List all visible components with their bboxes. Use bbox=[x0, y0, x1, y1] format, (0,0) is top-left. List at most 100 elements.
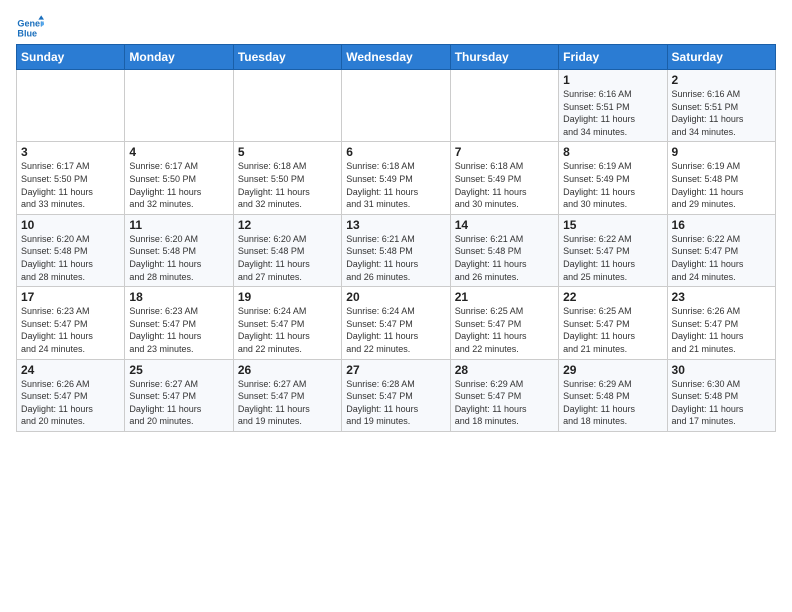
day-cell: 26Sunrise: 6:27 AM Sunset: 5:47 PM Dayli… bbox=[233, 359, 341, 431]
day-info: Sunrise: 6:21 AM Sunset: 5:48 PM Dayligh… bbox=[455, 233, 554, 283]
day-number: 4 bbox=[129, 145, 228, 159]
day-cell: 3Sunrise: 6:17 AM Sunset: 5:50 PM Daylig… bbox=[17, 142, 125, 214]
day-number: 16 bbox=[672, 218, 771, 232]
day-cell: 30Sunrise: 6:30 AM Sunset: 5:48 PM Dayli… bbox=[667, 359, 775, 431]
week-row-3: 10Sunrise: 6:20 AM Sunset: 5:48 PM Dayli… bbox=[17, 214, 776, 286]
weekday-header-sunday: Sunday bbox=[17, 45, 125, 70]
day-number: 3 bbox=[21, 145, 120, 159]
day-cell: 24Sunrise: 6:26 AM Sunset: 5:47 PM Dayli… bbox=[17, 359, 125, 431]
day-number: 20 bbox=[346, 290, 445, 304]
day-info: Sunrise: 6:24 AM Sunset: 5:47 PM Dayligh… bbox=[346, 305, 445, 355]
day-number: 10 bbox=[21, 218, 120, 232]
day-cell: 2Sunrise: 6:16 AM Sunset: 5:51 PM Daylig… bbox=[667, 70, 775, 142]
day-info: Sunrise: 6:25 AM Sunset: 5:47 PM Dayligh… bbox=[455, 305, 554, 355]
day-cell: 6Sunrise: 6:18 AM Sunset: 5:49 PM Daylig… bbox=[342, 142, 450, 214]
day-cell: 22Sunrise: 6:25 AM Sunset: 5:47 PM Dayli… bbox=[559, 287, 667, 359]
day-number: 7 bbox=[455, 145, 554, 159]
weekday-header-friday: Friday bbox=[559, 45, 667, 70]
day-cell bbox=[450, 70, 558, 142]
day-number: 19 bbox=[238, 290, 337, 304]
day-number: 27 bbox=[346, 363, 445, 377]
day-number: 24 bbox=[21, 363, 120, 377]
day-cell: 17Sunrise: 6:23 AM Sunset: 5:47 PM Dayli… bbox=[17, 287, 125, 359]
day-cell bbox=[342, 70, 450, 142]
day-cell: 15Sunrise: 6:22 AM Sunset: 5:47 PM Dayli… bbox=[559, 214, 667, 286]
day-number: 18 bbox=[129, 290, 228, 304]
svg-text:Blue: Blue bbox=[17, 28, 37, 38]
day-number: 6 bbox=[346, 145, 445, 159]
day-info: Sunrise: 6:27 AM Sunset: 5:47 PM Dayligh… bbox=[129, 378, 228, 428]
day-info: Sunrise: 6:19 AM Sunset: 5:49 PM Dayligh… bbox=[563, 160, 662, 210]
day-number: 1 bbox=[563, 73, 662, 87]
day-cell: 18Sunrise: 6:23 AM Sunset: 5:47 PM Dayli… bbox=[125, 287, 233, 359]
header: General Blue bbox=[16, 10, 776, 42]
logo: General Blue bbox=[16, 14, 48, 42]
day-info: Sunrise: 6:24 AM Sunset: 5:47 PM Dayligh… bbox=[238, 305, 337, 355]
day-number: 9 bbox=[672, 145, 771, 159]
day-cell: 28Sunrise: 6:29 AM Sunset: 5:47 PM Dayli… bbox=[450, 359, 558, 431]
day-number: 11 bbox=[129, 218, 228, 232]
weekday-header-saturday: Saturday bbox=[667, 45, 775, 70]
day-number: 23 bbox=[672, 290, 771, 304]
week-row-4: 17Sunrise: 6:23 AM Sunset: 5:47 PM Dayli… bbox=[17, 287, 776, 359]
day-info: Sunrise: 6:20 AM Sunset: 5:48 PM Dayligh… bbox=[21, 233, 120, 283]
day-info: Sunrise: 6:26 AM Sunset: 5:47 PM Dayligh… bbox=[672, 305, 771, 355]
day-number: 12 bbox=[238, 218, 337, 232]
day-cell: 5Sunrise: 6:18 AM Sunset: 5:50 PM Daylig… bbox=[233, 142, 341, 214]
day-cell: 9Sunrise: 6:19 AM Sunset: 5:48 PM Daylig… bbox=[667, 142, 775, 214]
weekday-header-row: SundayMondayTuesdayWednesdayThursdayFrid… bbox=[17, 45, 776, 70]
day-number: 15 bbox=[563, 218, 662, 232]
day-number: 21 bbox=[455, 290, 554, 304]
day-info: Sunrise: 6:18 AM Sunset: 5:49 PM Dayligh… bbox=[455, 160, 554, 210]
day-number: 13 bbox=[346, 218, 445, 232]
day-info: Sunrise: 6:22 AM Sunset: 5:47 PM Dayligh… bbox=[563, 233, 662, 283]
day-info: Sunrise: 6:16 AM Sunset: 5:51 PM Dayligh… bbox=[563, 88, 662, 138]
weekday-header-monday: Monday bbox=[125, 45, 233, 70]
day-number: 8 bbox=[563, 145, 662, 159]
weekday-header-thursday: Thursday bbox=[450, 45, 558, 70]
day-number: 14 bbox=[455, 218, 554, 232]
week-row-5: 24Sunrise: 6:26 AM Sunset: 5:47 PM Dayli… bbox=[17, 359, 776, 431]
day-info: Sunrise: 6:23 AM Sunset: 5:47 PM Dayligh… bbox=[21, 305, 120, 355]
day-info: Sunrise: 6:27 AM Sunset: 5:47 PM Dayligh… bbox=[238, 378, 337, 428]
day-info: Sunrise: 6:16 AM Sunset: 5:51 PM Dayligh… bbox=[672, 88, 771, 138]
day-info: Sunrise: 6:20 AM Sunset: 5:48 PM Dayligh… bbox=[129, 233, 228, 283]
day-info: Sunrise: 6:18 AM Sunset: 5:49 PM Dayligh… bbox=[346, 160, 445, 210]
day-number: 26 bbox=[238, 363, 337, 377]
day-number: 29 bbox=[563, 363, 662, 377]
day-cell bbox=[125, 70, 233, 142]
day-cell: 11Sunrise: 6:20 AM Sunset: 5:48 PM Dayli… bbox=[125, 214, 233, 286]
day-number: 25 bbox=[129, 363, 228, 377]
day-cell: 21Sunrise: 6:25 AM Sunset: 5:47 PM Dayli… bbox=[450, 287, 558, 359]
day-cell: 7Sunrise: 6:18 AM Sunset: 5:49 PM Daylig… bbox=[450, 142, 558, 214]
day-number: 30 bbox=[672, 363, 771, 377]
day-info: Sunrise: 6:28 AM Sunset: 5:47 PM Dayligh… bbox=[346, 378, 445, 428]
day-cell bbox=[233, 70, 341, 142]
week-row-1: 1Sunrise: 6:16 AM Sunset: 5:51 PM Daylig… bbox=[17, 70, 776, 142]
day-number: 17 bbox=[21, 290, 120, 304]
day-info: Sunrise: 6:29 AM Sunset: 5:47 PM Dayligh… bbox=[455, 378, 554, 428]
day-cell: 20Sunrise: 6:24 AM Sunset: 5:47 PM Dayli… bbox=[342, 287, 450, 359]
day-number: 22 bbox=[563, 290, 662, 304]
page-container: General Blue SundayMondayTuesdayWednesda… bbox=[0, 0, 792, 440]
day-info: Sunrise: 6:17 AM Sunset: 5:50 PM Dayligh… bbox=[129, 160, 228, 210]
day-cell: 12Sunrise: 6:20 AM Sunset: 5:48 PM Dayli… bbox=[233, 214, 341, 286]
day-info: Sunrise: 6:17 AM Sunset: 5:50 PM Dayligh… bbox=[21, 160, 120, 210]
day-cell: 8Sunrise: 6:19 AM Sunset: 5:49 PM Daylig… bbox=[559, 142, 667, 214]
calendar-table: SundayMondayTuesdayWednesdayThursdayFrid… bbox=[16, 44, 776, 432]
day-number: 28 bbox=[455, 363, 554, 377]
svg-text:General: General bbox=[17, 19, 44, 29]
day-info: Sunrise: 6:30 AM Sunset: 5:48 PM Dayligh… bbox=[672, 378, 771, 428]
day-cell bbox=[17, 70, 125, 142]
day-info: Sunrise: 6:25 AM Sunset: 5:47 PM Dayligh… bbox=[563, 305, 662, 355]
weekday-header-wednesday: Wednesday bbox=[342, 45, 450, 70]
day-cell: 29Sunrise: 6:29 AM Sunset: 5:48 PM Dayli… bbox=[559, 359, 667, 431]
day-number: 2 bbox=[672, 73, 771, 87]
day-info: Sunrise: 6:23 AM Sunset: 5:47 PM Dayligh… bbox=[129, 305, 228, 355]
day-info: Sunrise: 6:29 AM Sunset: 5:48 PM Dayligh… bbox=[563, 378, 662, 428]
day-cell: 23Sunrise: 6:26 AM Sunset: 5:47 PM Dayli… bbox=[667, 287, 775, 359]
day-cell: 27Sunrise: 6:28 AM Sunset: 5:47 PM Dayli… bbox=[342, 359, 450, 431]
day-info: Sunrise: 6:19 AM Sunset: 5:48 PM Dayligh… bbox=[672, 160, 771, 210]
week-row-2: 3Sunrise: 6:17 AM Sunset: 5:50 PM Daylig… bbox=[17, 142, 776, 214]
day-number: 5 bbox=[238, 145, 337, 159]
